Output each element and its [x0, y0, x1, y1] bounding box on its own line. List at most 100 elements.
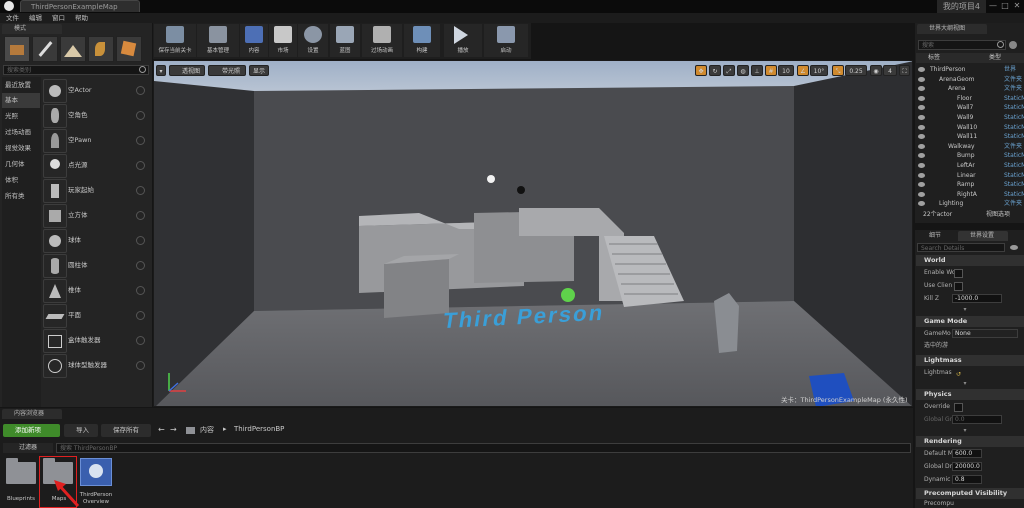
forward-arrow-icon[interactable]: → [170, 425, 177, 434]
outliner-row[interactable]: Linear StaticMe [916, 171, 1024, 181]
scale-snap-icon[interactable]: ⤡ [832, 65, 844, 76]
place-item-plane[interactable]: 平面 [41, 303, 151, 328]
view-options-button[interactable]: 视图选项 [986, 209, 1010, 221]
place-item-player-start[interactable]: 玩家起始 [41, 178, 151, 203]
place-item-cube[interactable]: 立方体 [41, 203, 151, 228]
info-icon[interactable] [136, 161, 145, 170]
info-icon[interactable] [136, 86, 145, 95]
back-arrow-icon[interactable]: ← [158, 425, 165, 434]
outliner-row[interactable]: Lighting 文件夹 [916, 199, 1024, 209]
outliner-search-input[interactable]: 搜索 [918, 40, 1006, 50]
place-item-sphere[interactable]: 球体 [41, 228, 151, 253]
category-cinematic[interactable]: 过场动画 [2, 125, 40, 140]
section-game-mode[interactable]: Game Mode [916, 316, 1024, 327]
play-button[interactable]: 播放 [444, 24, 482, 57]
visibility-eye-icon[interactable] [918, 182, 925, 188]
foliage-mode-icon[interactable] [88, 36, 114, 62]
outliner-row[interactable]: LeftAr StaticMe [916, 161, 1024, 171]
outliner-row[interactable]: ArenaGeom 文件夹 [916, 75, 1024, 85]
paint-mode-icon[interactable] [32, 36, 58, 62]
section-lightmass[interactable]: Lightmass [916, 355, 1024, 366]
global-distance-input[interactable]: 20000.0 [952, 462, 982, 471]
maximize-viewport-icon[interactable]: ⛶ [899, 65, 910, 76]
visibility-eye-icon[interactable] [918, 67, 925, 72]
category-lights[interactable]: 光照 [2, 109, 40, 124]
use-client-checkbox[interactable] [954, 282, 963, 291]
translate-tool-icon[interactable]: ✥ [695, 65, 707, 76]
place-item-cone[interactable]: 椎体 [41, 278, 151, 303]
scale-tool-icon[interactable]: ⤢ [723, 65, 735, 76]
default-max-input[interactable]: 600.0 [952, 449, 982, 458]
prop-selected-game-mode[interactable]: 选中的游 [916, 340, 1024, 352]
marketplace-button[interactable]: 市场 [269, 24, 297, 57]
info-icon[interactable] [136, 111, 145, 120]
game-mode-dropdown[interactable]: None [952, 329, 1018, 338]
category-basic[interactable]: 基本 [2, 93, 40, 108]
blueprints-button[interactable]: 蓝图 [330, 24, 360, 57]
cinematics-button[interactable]: 过场动画 [362, 24, 402, 57]
visibility-eye-icon[interactable] [918, 143, 925, 149]
modes-tab[interactable]: 模式 [2, 24, 62, 34]
outliner-row[interactable]: Floor StaticMe [916, 94, 1024, 104]
category-recent[interactable]: 最近放置 [2, 78, 40, 93]
kill-z-input[interactable]: -1000.0 [952, 294, 1002, 303]
content-browser-tab[interactable]: 内容浏览器 [2, 409, 62, 419]
scale-snap-value[interactable]: 0.25 [845, 65, 867, 76]
place-mode-icon[interactable] [4, 36, 30, 62]
reset-arrow-icon[interactable]: ↺ [956, 369, 961, 381]
camera-speed-value[interactable]: 4 [883, 65, 897, 76]
enable-world-checkbox[interactable] [954, 269, 963, 278]
launch-button[interactable]: 启动 [484, 24, 528, 57]
surface-snap-icon[interactable]: ⊥ [751, 65, 763, 76]
expand-arrow-icon[interactable]: ▾ [960, 381, 970, 387]
perspective-button[interactable]: 透视图 [169, 65, 205, 76]
breadcrumb-folder[interactable]: ThirdPersonBP [234, 425, 284, 433]
visibility-eye-icon[interactable] [918, 115, 925, 120]
rotation-snap-value[interactable]: 10° [810, 65, 828, 76]
asset-thirdperson-overview[interactable] [80, 458, 112, 486]
content-button[interactable]: 内容 [240, 24, 268, 57]
outliner-row[interactable]: RightA StaticMe [916, 190, 1024, 200]
maximize-icon[interactable]: □ [1000, 1, 1010, 11]
category-visual-effects[interactable]: 视觉效果 [2, 141, 40, 156]
menu-file[interactable]: 文件 [6, 13, 19, 23]
info-icon[interactable] [136, 261, 145, 270]
place-item-box-trigger[interactable]: 盒体触发器 [41, 328, 151, 353]
visibility-eye-icon[interactable] [918, 201, 925, 207]
camera-speed-icon[interactable]: ◉ [870, 65, 882, 76]
outliner-row[interactable]: Wall9 StaticMe [916, 113, 1024, 123]
place-item-point-light[interactable]: 点光源 [41, 153, 151, 178]
lit-button[interactable]: 带光照 [208, 65, 246, 76]
info-icon[interactable] [136, 211, 145, 220]
details-tab[interactable]: 细节 [917, 231, 957, 241]
info-icon[interactable] [136, 236, 145, 245]
place-item-empty-character[interactable]: 空角色 [41, 103, 151, 128]
build-button[interactable]: 构建 [404, 24, 440, 57]
section-precomputed-visibility[interactable]: Precomputed Visibility [916, 488, 1024, 499]
category-all-classes[interactable]: 所有类 [2, 189, 40, 204]
visibility-eye-icon[interactable] [918, 172, 925, 178]
place-item-sphere-trigger[interactable]: 球体型触发器 [41, 353, 151, 378]
section-world[interactable]: World [916, 255, 1024, 266]
show-button[interactable]: 显示 [249, 65, 269, 76]
outliner-row[interactable]: Ramp StaticMe [916, 180, 1024, 190]
visibility-eye-icon[interactable] [918, 86, 925, 92]
details-eye-icon[interactable] [1010, 245, 1018, 250]
col-label[interactable]: 标签 [928, 53, 940, 63]
level-tab[interactable]: ThirdPersonExampleMap [20, 0, 140, 12]
add-new-button[interactable]: 添加新项 [3, 424, 60, 437]
dynamic-input[interactable]: 0.8 [952, 475, 982, 484]
asset-folder-blueprints[interactable] [6, 458, 36, 484]
grid-snap-value[interactable]: 10 [778, 65, 794, 76]
menu-help[interactable]: 帮助 [75, 13, 88, 23]
info-icon[interactable] [136, 286, 145, 295]
level-viewport[interactable]: Third Person 关卡：ThirdPersonExampleMap (永… [153, 60, 913, 407]
settings-button[interactable]: 设置 [298, 24, 328, 57]
menu-edit[interactable]: 编辑 [29, 13, 42, 23]
expand-arrow-icon[interactable]: ▾ [960, 307, 970, 313]
world-space-icon[interactable]: ◍ [737, 65, 749, 76]
outliner-row[interactable]: Arena 文件夹 [916, 84, 1024, 94]
outliner-row[interactable]: Wall7 StaticMe [916, 103, 1024, 113]
info-icon[interactable] [136, 361, 145, 370]
info-icon[interactable] [136, 311, 145, 320]
